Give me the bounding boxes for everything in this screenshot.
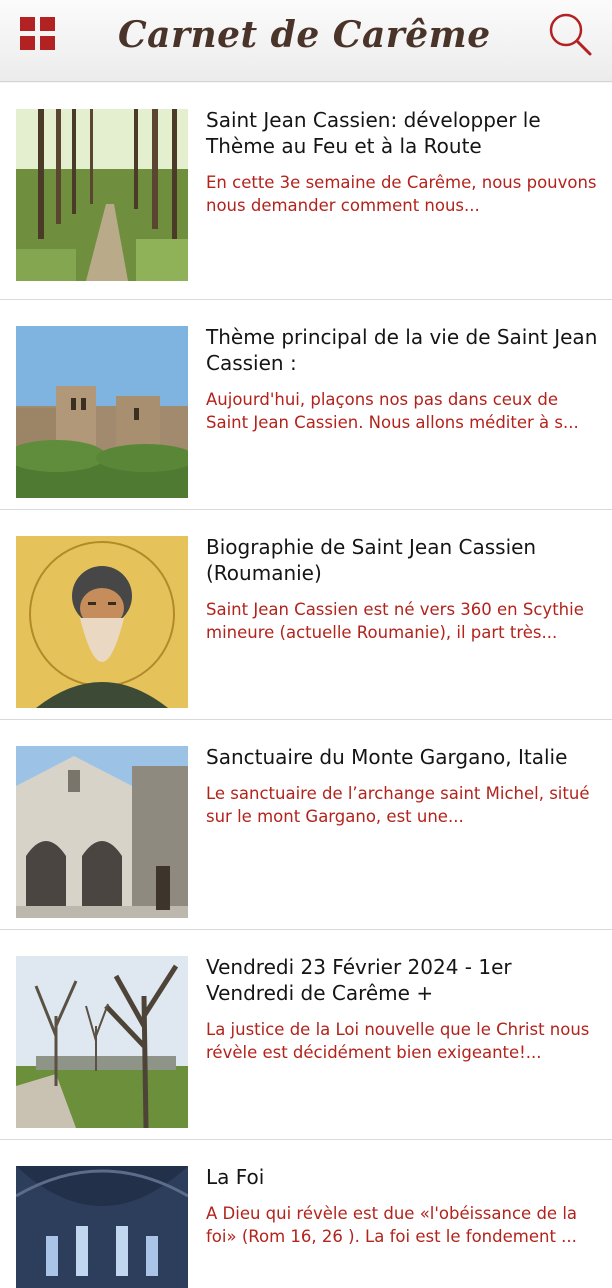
forest-path-image (16, 109, 188, 281)
search-icon[interactable] (546, 10, 594, 58)
article-title: Biographie de Saint Jean Cassien (Rouman… (206, 535, 537, 585)
article-text: Biographie de Saint Jean Cassien (Rouman… (206, 534, 598, 644)
article-item[interactable]: Biographie de Saint Jean Cassien (Rouman… (0, 510, 612, 720)
app-title: Carnet de Carême (118, 14, 491, 56)
app-screen: Carnet de Carême Saint Jean Cassien: dév… (0, 0, 612, 1288)
article-item[interactable]: Saint Jean Cassien: développer le Thème … (0, 83, 612, 300)
saint-icon-image (16, 536, 188, 708)
article-title: Sanctuaire du Monte Gargano, Italie (206, 745, 568, 769)
menu-square (20, 36, 35, 50)
article-item[interactable]: Thème principal de la vie de Saint Jean … (0, 300, 612, 510)
menu-square (40, 36, 55, 50)
grid-menu-icon[interactable] (20, 17, 56, 51)
article-text: Saint Jean Cassien: développer le Thème … (206, 107, 598, 217)
article-excerpt: En cette 3e semaine de Carême, nous pouv… (206, 173, 597, 215)
menu-square (20, 17, 35, 31)
app-header: Carnet de Carême (0, 0, 612, 82)
cathedral-interior-image (16, 1166, 188, 1288)
sanctuary-facade-image (16, 746, 188, 918)
article-title: La Foi (206, 1165, 265, 1189)
article-text: Sanctuaire du Monte Gargano, Italie Le s… (206, 744, 598, 828)
menu-square (40, 17, 55, 31)
abbey-towers-image (16, 326, 188, 498)
article-text: Thème principal de la vie de Saint Jean … (206, 324, 598, 434)
article-item[interactable]: Vendredi 23 Février 2024 - 1er Vendredi … (0, 930, 612, 1140)
article-excerpt: Aujourd'hui, plaçons nos pas dans ceux d… (206, 390, 579, 432)
article-list: Saint Jean Cassien: développer le Thème … (0, 83, 612, 1288)
article-excerpt: Le sanctuaire de l’archange saint Michel… (206, 784, 590, 826)
article-text: La Foi A Dieu qui révèle est due «l'obéi… (206, 1164, 598, 1248)
article-excerpt: A Dieu qui révèle est due «l'obéissance … (206, 1204, 578, 1246)
article-title: Thème principal de la vie de Saint Jean … (206, 325, 598, 375)
article-excerpt: Saint Jean Cassien est né vers 360 en Sc… (206, 600, 584, 642)
article-text: Vendredi 23 Février 2024 - 1er Vendredi … (206, 954, 598, 1064)
article-title: Saint Jean Cassien: développer le Thème … (206, 108, 541, 158)
article-item[interactable]: Sanctuaire du Monte Gargano, Italie Le s… (0, 720, 612, 930)
article-excerpt: La justice de la Loi nouvelle que le Chr… (206, 1020, 590, 1062)
article-item[interactable]: La Foi A Dieu qui révèle est due «l'obéi… (0, 1140, 612, 1288)
article-title: Vendredi 23 Février 2024 - 1er Vendredi … (206, 955, 512, 1005)
bare-trees-avenue-image (16, 956, 188, 1128)
